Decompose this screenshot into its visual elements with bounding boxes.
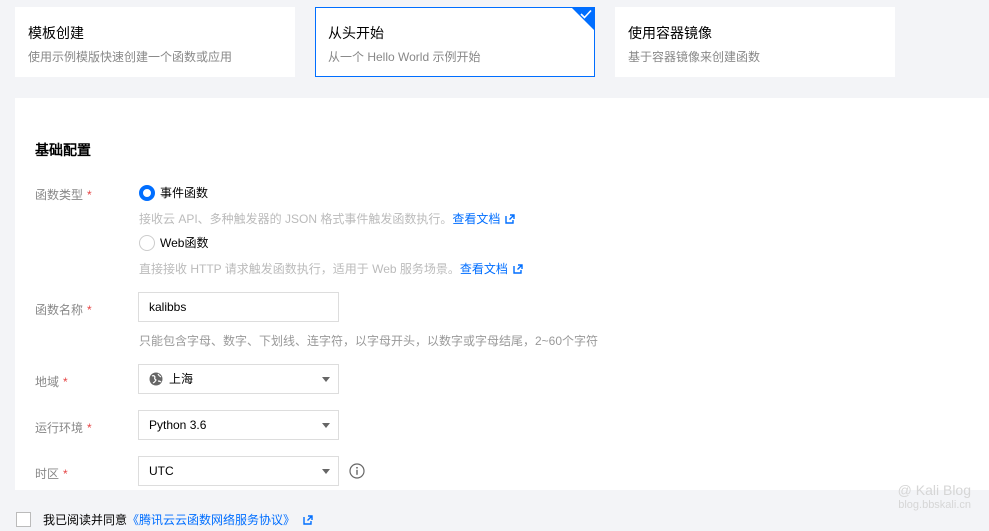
watermark-line1: @ Kali Blog (897, 482, 971, 498)
required-mark: * (63, 467, 68, 481)
func-name-input[interactable]: kalibbs (138, 292, 339, 322)
card-desc: 使用示例模版快速创建一个函数或应用 (28, 50, 233, 64)
agreement-link[interactable]: 《腾讯云云函数网络服务协议》 (127, 511, 295, 528)
external-link-icon[interactable] (513, 264, 523, 274)
runtime-value: Python 3.6 (149, 418, 207, 432)
radio-label: Web函数 (160, 236, 209, 250)
agreement-row: 我已阅读并同意 《腾讯云云函数网络服务协议》 (16, 511, 313, 528)
timezone-select[interactable]: UTC (138, 456, 339, 486)
event-function-help: 接收云 API、多种触发器的 JSON 格式事件触发函数执行。查看文档 (139, 210, 516, 227)
timezone-label: 时区 * (35, 467, 68, 481)
info-icon[interactable] (349, 463, 365, 479)
card-title: 模板创建 (28, 25, 84, 41)
required-mark: * (63, 375, 68, 389)
basic-config-panel: 基础配置 函数类型 * 事件函数 接收云 API、多种触发器的 JSON 格式事件… (15, 98, 989, 490)
template-card-template[interactable]: 模板创建 使用示例模版快速创建一个函数或应用 (15, 7, 295, 77)
region-value: 上海 (169, 372, 194, 386)
runtime-select[interactable]: Python 3.6 (138, 410, 339, 440)
radio-web-function[interactable]: Web函数 (139, 234, 208, 251)
func-name-help: 只能包含字母、数字、下划线、连字符，以字母开头，以数字或字母结尾，2~60个字符 (139, 334, 599, 348)
template-card-scratch[interactable]: 从头开始 从一个 Hello World 示例开始 (315, 7, 595, 77)
radio-label: 事件函数 (160, 186, 209, 200)
chevron-down-icon (322, 377, 330, 382)
globe-icon (149, 372, 163, 386)
template-card-container[interactable]: 使用容器镜像 基于容器镜像来创建函数 (615, 7, 895, 77)
agreement-checkbox[interactable] (16, 512, 31, 527)
required-mark: * (87, 421, 92, 435)
radio-icon[interactable] (139, 234, 155, 251)
card-title: 使用容器镜像 (628, 25, 712, 41)
func-type-label: 函数类型 * (35, 188, 92, 202)
radio-icon[interactable] (139, 184, 155, 201)
chevron-down-icon (322, 469, 330, 474)
watermark-line2: blog.bbskali.cn (898, 498, 971, 511)
doc-link[interactable]: 查看文档 (452, 212, 500, 226)
func-name-label: 函数名称 * (35, 303, 92, 317)
doc-link[interactable]: 查看文档 (460, 262, 508, 276)
radio-event-function[interactable]: 事件函数 (139, 184, 208, 201)
web-function-help: 直接接收 HTTP 请求触发函数执行，适用于 Web 服务场景。查看文档 (139, 260, 523, 277)
chevron-down-icon (322, 423, 330, 428)
region-select[interactable]: 上海 (138, 364, 339, 394)
required-mark: * (87, 303, 92, 317)
runtime-label: 运行环境 * (35, 421, 92, 435)
card-desc: 从一个 Hello World 示例开始 (328, 50, 481, 64)
card-desc: 基于容器镜像来创建函数 (628, 50, 761, 64)
watermark: @ Kali Blog blog.bbskali.cn (898, 482, 971, 512)
card-title: 从头开始 (328, 25, 384, 41)
agreement-text: 我已阅读并同意 (43, 513, 128, 527)
required-mark: * (87, 188, 92, 202)
external-link-icon[interactable] (303, 514, 313, 525)
region-label: 地域 * (35, 375, 68, 389)
timezone-value: UTC (149, 464, 174, 478)
section-title: 基础配置 (35, 142, 91, 158)
external-link-icon[interactable] (505, 214, 516, 224)
check-icon (580, 9, 592, 19)
